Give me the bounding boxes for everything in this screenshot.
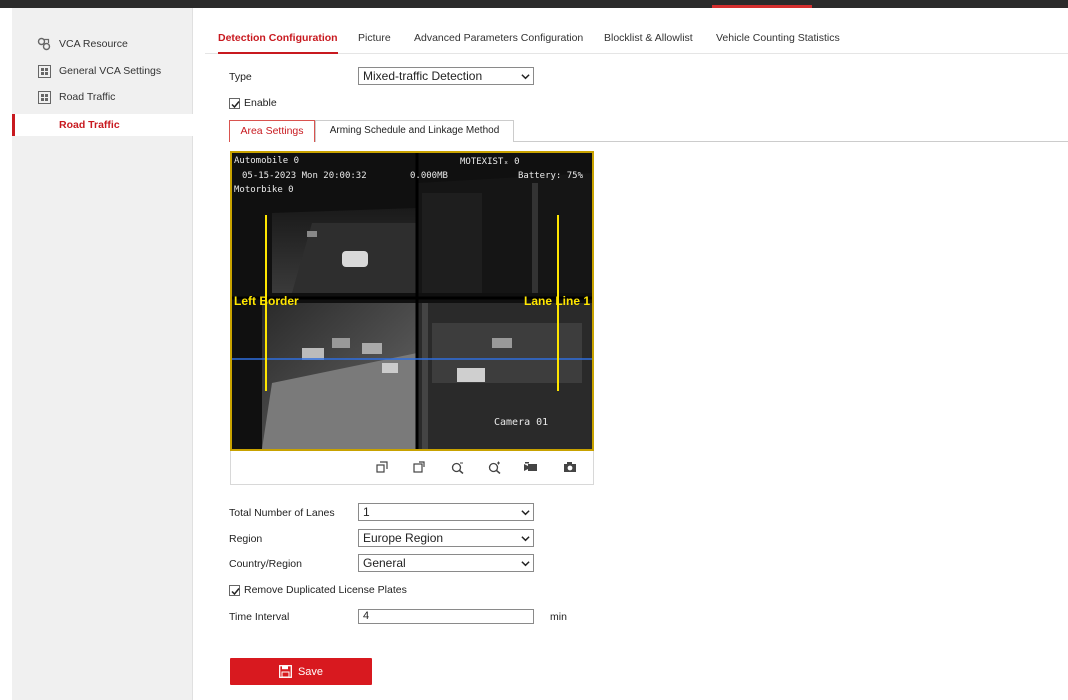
remove-duplicates-checkbox[interactable] bbox=[229, 584, 240, 596]
enable-checkbox[interactable] bbox=[229, 97, 240, 109]
tab-picture[interactable]: Picture bbox=[358, 24, 391, 54]
chevron-down-icon bbox=[521, 74, 530, 80]
country-region-value: General bbox=[363, 556, 406, 570]
type-select[interactable]: Mixed-traffic Detection bbox=[358, 67, 534, 85]
capture-icon[interactable] bbox=[562, 459, 578, 475]
osd-camera: Camera 01 bbox=[494, 417, 549, 428]
osd-size: 0.000MB bbox=[410, 171, 448, 181]
video-toolbar bbox=[230, 451, 594, 485]
total-lanes-select[interactable]: 1 bbox=[358, 503, 534, 521]
tab-vehicle-counting-statistics[interactable]: Vehicle Counting Statistics bbox=[716, 24, 840, 54]
sub-tab-bar: Area Settings Arming Schedule and Linkag… bbox=[229, 120, 1068, 142]
tab-bar: Detection Configuration Picture Advanced… bbox=[205, 24, 1068, 54]
record-icon[interactable] bbox=[523, 459, 539, 475]
osd-motorbike: Motorbike 0 bbox=[234, 185, 294, 195]
chevron-down-icon bbox=[521, 536, 530, 542]
restore-icon[interactable] bbox=[374, 459, 390, 475]
save-button[interactable]: Save bbox=[230, 658, 372, 685]
top-bar bbox=[0, 0, 1068, 8]
time-interval-label: Time Interval bbox=[229, 611, 290, 623]
osd-battery: Battery: 75% bbox=[518, 171, 584, 181]
sidebar-item-road-traffic-group[interactable]: Road Traffic bbox=[12, 86, 193, 108]
grid-icon bbox=[37, 90, 51, 104]
sidebar-item-label: Road Traffic bbox=[59, 119, 120, 131]
tab-detection-configuration[interactable]: Detection Configuration bbox=[218, 24, 338, 54]
sidebar-item-road-traffic[interactable]: Road Traffic bbox=[12, 114, 193, 136]
zoom-in-icon[interactable] bbox=[486, 459, 502, 475]
chevron-down-icon bbox=[521, 561, 530, 567]
save-icon bbox=[279, 665, 292, 678]
country-region-select[interactable]: General bbox=[358, 554, 534, 572]
tab-advanced-parameters[interactable]: Advanced Parameters Configuration bbox=[414, 24, 583, 54]
enable-checkbox-row[interactable]: Enable bbox=[229, 97, 277, 109]
region-label: Region bbox=[229, 533, 263, 545]
region-select[interactable]: Europe Region bbox=[358, 529, 534, 547]
time-interval-input[interactable]: 4 bbox=[358, 609, 534, 624]
checkmark-icon bbox=[231, 587, 240, 595]
sidebar-item-vca-resource[interactable]: VCA Resource bbox=[12, 33, 193, 55]
save-label: Save bbox=[297, 665, 324, 678]
grid-icon bbox=[37, 64, 51, 78]
tab-blocklist-allowlist[interactable]: Blocklist & Allowlist bbox=[604, 24, 693, 54]
chevron-down-icon bbox=[521, 510, 530, 516]
type-select-value: Mixed-traffic Detection bbox=[363, 69, 483, 83]
live-video-view[interactable]: Automobile 0 05-15-2023 Mon 20:00:32 0.0… bbox=[230, 151, 594, 451]
time-interval-unit: min bbox=[550, 611, 567, 623]
sidebar-item-general-vca-settings[interactable]: General VCA Settings bbox=[12, 60, 193, 82]
fit-icon[interactable] bbox=[411, 459, 427, 475]
sidebar: VCA Resource General VCA Settings Road T… bbox=[12, 8, 193, 700]
total-lanes-value: 1 bbox=[363, 505, 370, 519]
zoom-out-icon[interactable] bbox=[449, 459, 465, 475]
sidebar-item-label: General VCA Settings bbox=[59, 65, 162, 77]
enable-label: Enable bbox=[244, 97, 277, 109]
remove-duplicates-label: Remove Duplicated License Plates bbox=[244, 584, 407, 596]
overlay-left-border: Left Border bbox=[234, 294, 299, 308]
region-value: Europe Region bbox=[363, 531, 444, 545]
top-bar-accent bbox=[712, 5, 812, 8]
vca-resource-icon bbox=[37, 37, 51, 51]
sidebar-item-label: VCA Resource bbox=[59, 38, 128, 50]
remove-duplicates-row[interactable]: Remove Duplicated License Plates bbox=[229, 584, 407, 596]
osd-motexist: MOTEXISTₓ 0 bbox=[460, 157, 520, 167]
osd-automobile: Automobile 0 bbox=[234, 156, 300, 166]
type-label: Type bbox=[229, 71, 252, 83]
subtab-arming-schedule[interactable]: Arming Schedule and Linkage Method bbox=[315, 120, 514, 142]
total-lanes-label: Total Number of Lanes bbox=[229, 507, 335, 519]
checkmark-icon bbox=[231, 100, 240, 108]
overlay-lane-line: Lane Line 1 bbox=[524, 294, 591, 308]
sidebar-item-label: Road Traffic bbox=[59, 91, 116, 103]
osd-datetime: 05-15-2023 Mon 20:00:32 bbox=[242, 171, 367, 181]
country-region-label: Country/Region bbox=[229, 558, 302, 570]
subtab-area-settings[interactable]: Area Settings bbox=[229, 120, 315, 142]
